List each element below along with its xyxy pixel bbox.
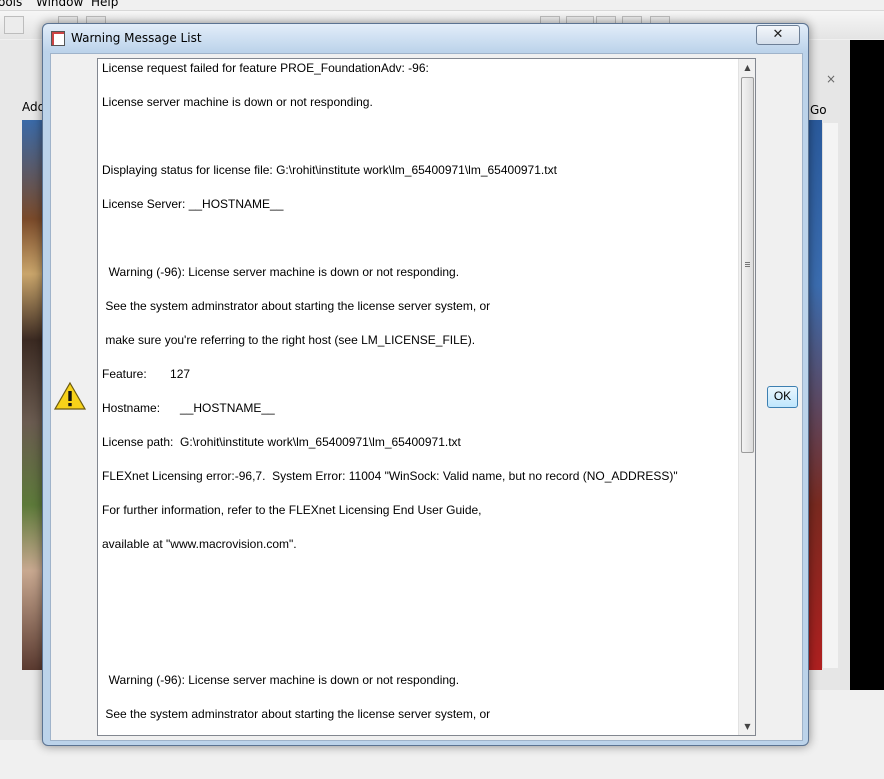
menu-tools[interactable]: ools: [0, 0, 22, 9]
warning-message-dialog: Warning Message List ✕ License request f…: [42, 23, 809, 746]
message-line: make sure you're referring to the right …: [102, 333, 476, 347]
message-line: License server machine is down or not re…: [102, 95, 373, 109]
background-image: [22, 120, 44, 670]
dialog-title: Warning Message List: [71, 31, 202, 45]
message-line: See the system adminstrator about starti…: [102, 299, 491, 313]
message-line: License Server: __HOSTNAME__: [102, 197, 284, 211]
toolbar-button[interactable]: [4, 16, 24, 34]
dialog-body: License request failed for feature PROE_…: [50, 53, 803, 741]
message-line: FLEXnet Licensing error:-96,7. System Er…: [102, 469, 678, 483]
message-line: License path: G:\rohit\institute work\lm…: [102, 435, 461, 449]
background-scrollbar[interactable]: [822, 123, 838, 668]
go-button[interactable]: Go: [810, 103, 827, 117]
background-menubar: ools Window Help: [0, 0, 884, 11]
menu-help[interactable]: Help: [91, 0, 118, 9]
scroll-down-arrow-icon[interactable]: ▼: [739, 718, 755, 735]
scroll-up-arrow-icon[interactable]: ▲: [739, 59, 755, 76]
message-line: available at "www.macrovision.com".: [102, 537, 297, 551]
warning-icon: [54, 381, 86, 410]
message-line: Feature: 127: [102, 367, 191, 381]
close-button[interactable]: ✕: [756, 25, 800, 45]
message-line: Displaying status for license file: G:\r…: [102, 163, 557, 177]
window-icon: [51, 31, 65, 46]
scroll-thumb[interactable]: [741, 77, 754, 453]
message-line: Warning (-96): License server machine is…: [102, 265, 460, 279]
vertical-scrollbar[interactable]: ▲ ▼: [738, 59, 755, 735]
close-icon: ✕: [772, 27, 784, 42]
message-list[interactable]: License request failed for feature PROE_…: [97, 58, 756, 736]
message-line: Warning (-96): License server machine is…: [102, 673, 460, 687]
message-line: See the system adminstrator about starti…: [102, 707, 491, 721]
menu-window[interactable]: Window: [36, 0, 83, 9]
dialog-titlebar[interactable]: Warning Message List ✕: [43, 24, 808, 52]
message-line: Hostname: __HOSTNAME__: [102, 401, 275, 415]
background-dark-area: [850, 40, 884, 690]
panel-close-icon[interactable]: ×: [826, 72, 836, 86]
background-image: [808, 120, 822, 670]
ok-button[interactable]: OK: [767, 386, 798, 408]
message-line: License request failed for feature PROE_…: [102, 61, 429, 75]
message-line: For further information, refer to the FL…: [102, 503, 482, 517]
